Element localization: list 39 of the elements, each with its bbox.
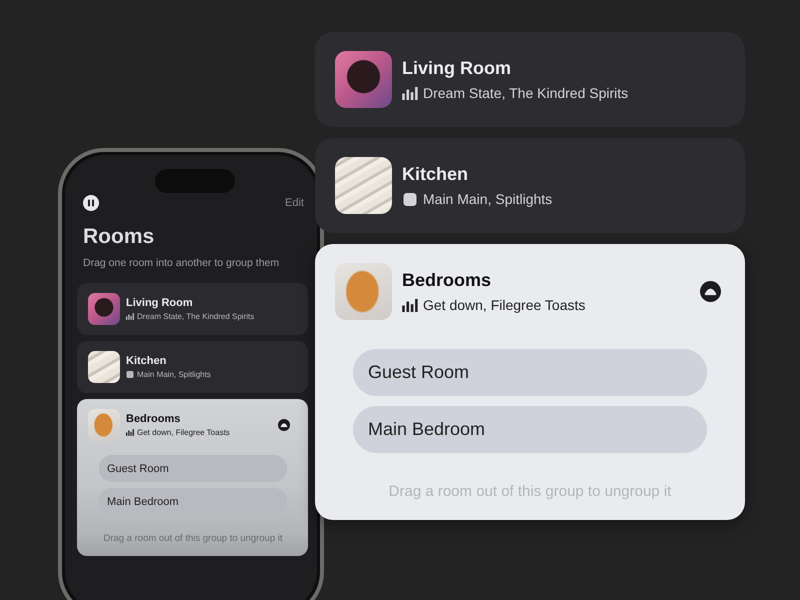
- collapse-icon[interactable]: [278, 419, 290, 431]
- now-playing: Main Main, Spitlights: [423, 191, 552, 207]
- room-card[interactable]: Living Room Dream State, The Kindred Spirits: [315, 32, 745, 127]
- room-card[interactable]: Kitchen Main Main, Spitlights: [315, 138, 745, 233]
- room-card[interactable]: Kitchen Main Main, Spitlights: [77, 341, 308, 393]
- now-playing: Dream State, The Kindred Spirits: [423, 85, 628, 101]
- album-art: [335, 263, 392, 320]
- subroom-item[interactable]: Main Bedroom: [353, 406, 707, 453]
- room-name: Bedrooms: [402, 270, 492, 291]
- now-playing: Get down, Filegree Toasts: [137, 428, 230, 437]
- room-name: Living Room: [126, 297, 194, 309]
- room-name: Kitchen: [402, 164, 470, 185]
- album-art: [335, 51, 392, 108]
- edit-link[interactable]: Edit: [285, 197, 304, 209]
- album-art: [335, 157, 392, 214]
- equalizer-icon: [126, 429, 134, 436]
- subroom-item[interactable]: Guest Room: [353, 349, 707, 396]
- subroom-item[interactable]: Guest Room: [99, 455, 287, 482]
- collapse-icon[interactable]: [700, 281, 721, 302]
- now-playing: Get down, Filegree Toasts: [423, 297, 586, 313]
- page-title: Rooms: [83, 225, 156, 249]
- stop-icon: [402, 192, 418, 206]
- room-card[interactable]: Bedrooms Get down, Filegree Toasts Guest Room Main Bedroom Drag a room out of this group to ungroup it: [77, 399, 308, 556]
- pause-icon[interactable]: [83, 195, 99, 211]
- album-art: [88, 293, 120, 325]
- album-art: [88, 351, 120, 383]
- equalizer-icon: [402, 86, 418, 100]
- album-art: [88, 409, 120, 441]
- now-playing: Main Main, Spitlights: [137, 370, 211, 379]
- room-card[interactable]: Living Room Dream State, The Kindred Spirits: [77, 283, 308, 335]
- page-subtitle: Drag one room into another to group them: [83, 257, 280, 269]
- room-name: Living Room: [402, 58, 512, 79]
- room-name: Bedrooms: [126, 413, 182, 425]
- equalizer-icon: [402, 298, 418, 312]
- room-name: Kitchen: [126, 355, 168, 367]
- equalizer-icon: [126, 313, 134, 320]
- now-playing: Dream State, The Kindred Spirits: [137, 312, 254, 321]
- ungroup-hint: Drag a room out of this group to ungroup it: [102, 533, 284, 544]
- stop-icon: [126, 371, 134, 378]
